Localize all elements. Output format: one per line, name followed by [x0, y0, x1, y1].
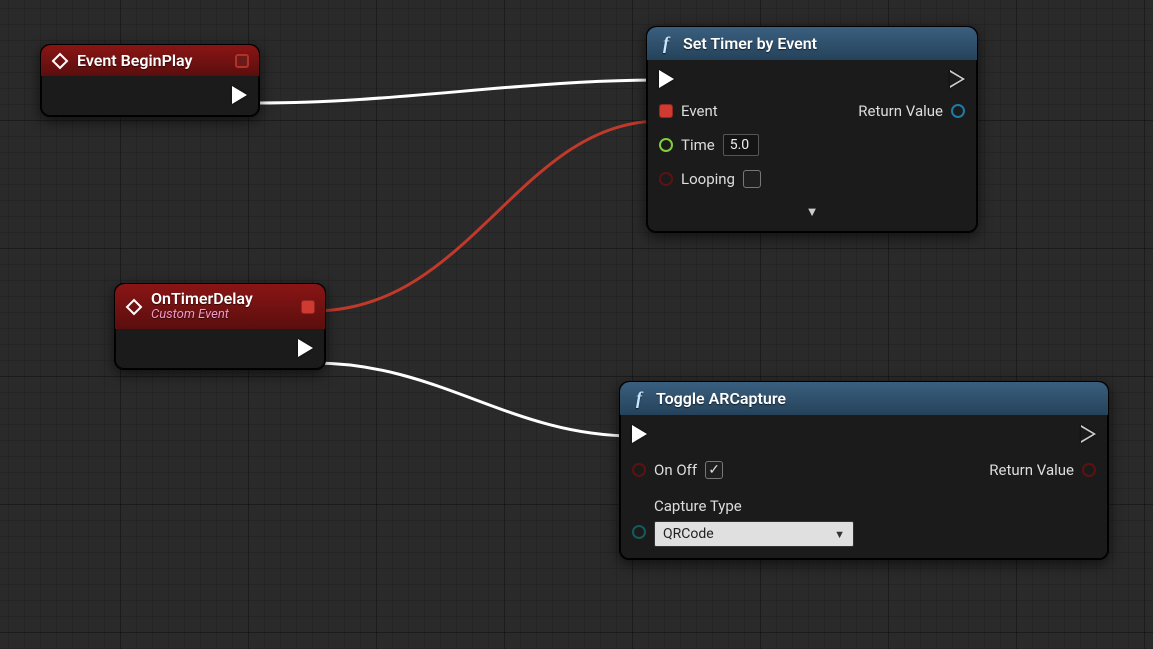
node-ontimerdelay[interactable]: OnTimerDelay Custom Event: [114, 283, 326, 370]
event-input-pin[interactable]: Event: [659, 102, 718, 120]
exec-output-pin[interactable]: [1081, 425, 1096, 443]
expand-arrow-icon[interactable]: ▼: [659, 202, 965, 220]
bool-pin-icon: [632, 463, 646, 477]
node-title: OnTimerDelay: [151, 290, 253, 308]
onoff-checkbox[interactable]: ✓: [705, 461, 723, 479]
function-icon: f: [630, 388, 648, 409]
looping-input-pin[interactable]: Looping: [659, 170, 761, 188]
node-body: Event Return Value Time 5.0 Looping ▼: [647, 60, 977, 232]
node-body: [115, 329, 325, 369]
event-icon: [125, 298, 143, 316]
chevron-down-icon: ▼: [834, 528, 845, 541]
bool-pin-icon: [1082, 463, 1096, 477]
bool-pin-icon: [659, 172, 673, 186]
exec-input-pin[interactable]: [659, 70, 674, 88]
node-header: Event BeginPlay: [41, 45, 259, 76]
return-value-output-pin[interactable]: Return Value: [989, 461, 1096, 479]
onoff-input-pin[interactable]: On Off ✓: [632, 461, 723, 479]
node-body: [41, 76, 259, 116]
exec-output-pin[interactable]: [950, 70, 965, 88]
pin-label: Time: [681, 136, 715, 154]
checkmark-icon: ✓: [708, 462, 720, 478]
capturetype-dropdown[interactable]: QRCode ▼: [654, 521, 854, 547]
looping-checkbox[interactable]: [743, 170, 761, 188]
time-input-pin[interactable]: Time 5.0: [659, 134, 759, 156]
pin-label: Return Value: [858, 102, 943, 120]
node-title: Set Timer by Event: [683, 34, 817, 53]
node-body: On Off ✓ Return Value Capture Type QRCod…: [620, 415, 1108, 559]
node-title: Event BeginPlay: [77, 51, 192, 70]
function-icon: f: [657, 33, 675, 54]
exec-input-pin[interactable]: [632, 425, 647, 443]
struct-pin-icon: [951, 104, 965, 118]
pin-label: Return Value: [989, 461, 1074, 479]
node-title: Toggle ARCapture: [656, 389, 786, 408]
return-value-output-pin[interactable]: Return Value: [858, 102, 965, 120]
exec-output-pin[interactable]: [298, 339, 313, 357]
node-toggle-arcapture[interactable]: f Toggle ARCapture On Off ✓ Return Value…: [619, 381, 1109, 560]
enum-pin-icon: [632, 525, 646, 539]
delegate-pin-icon: [659, 104, 673, 118]
node-event-beginplay[interactable]: Event BeginPlay: [40, 44, 260, 117]
node-header: OnTimerDelay Custom Event: [115, 284, 325, 329]
float-pin-icon: [659, 138, 673, 152]
delegate-output-pin[interactable]: [235, 54, 249, 68]
delegate-output-pin[interactable]: [301, 300, 315, 314]
node-header: f Set Timer by Event: [647, 27, 977, 60]
pin-label: Capture Type: [654, 497, 854, 515]
pin-label: On Off: [654, 461, 697, 479]
node-set-timer-by-event[interactable]: f Set Timer by Event Event Return Value …: [646, 26, 978, 233]
time-value-input[interactable]: 5.0: [723, 134, 759, 156]
dropdown-value: QRCode: [663, 526, 714, 542]
exec-output-pin[interactable]: [232, 86, 247, 104]
node-header: f Toggle ARCapture: [620, 382, 1108, 415]
pin-label: Looping: [681, 170, 735, 188]
event-icon: [51, 52, 69, 70]
capturetype-input-pin[interactable]: Capture Type QRCode ▼: [632, 497, 854, 547]
pin-label: Event: [681, 102, 718, 120]
node-subtitle: Custom Event: [151, 308, 253, 323]
